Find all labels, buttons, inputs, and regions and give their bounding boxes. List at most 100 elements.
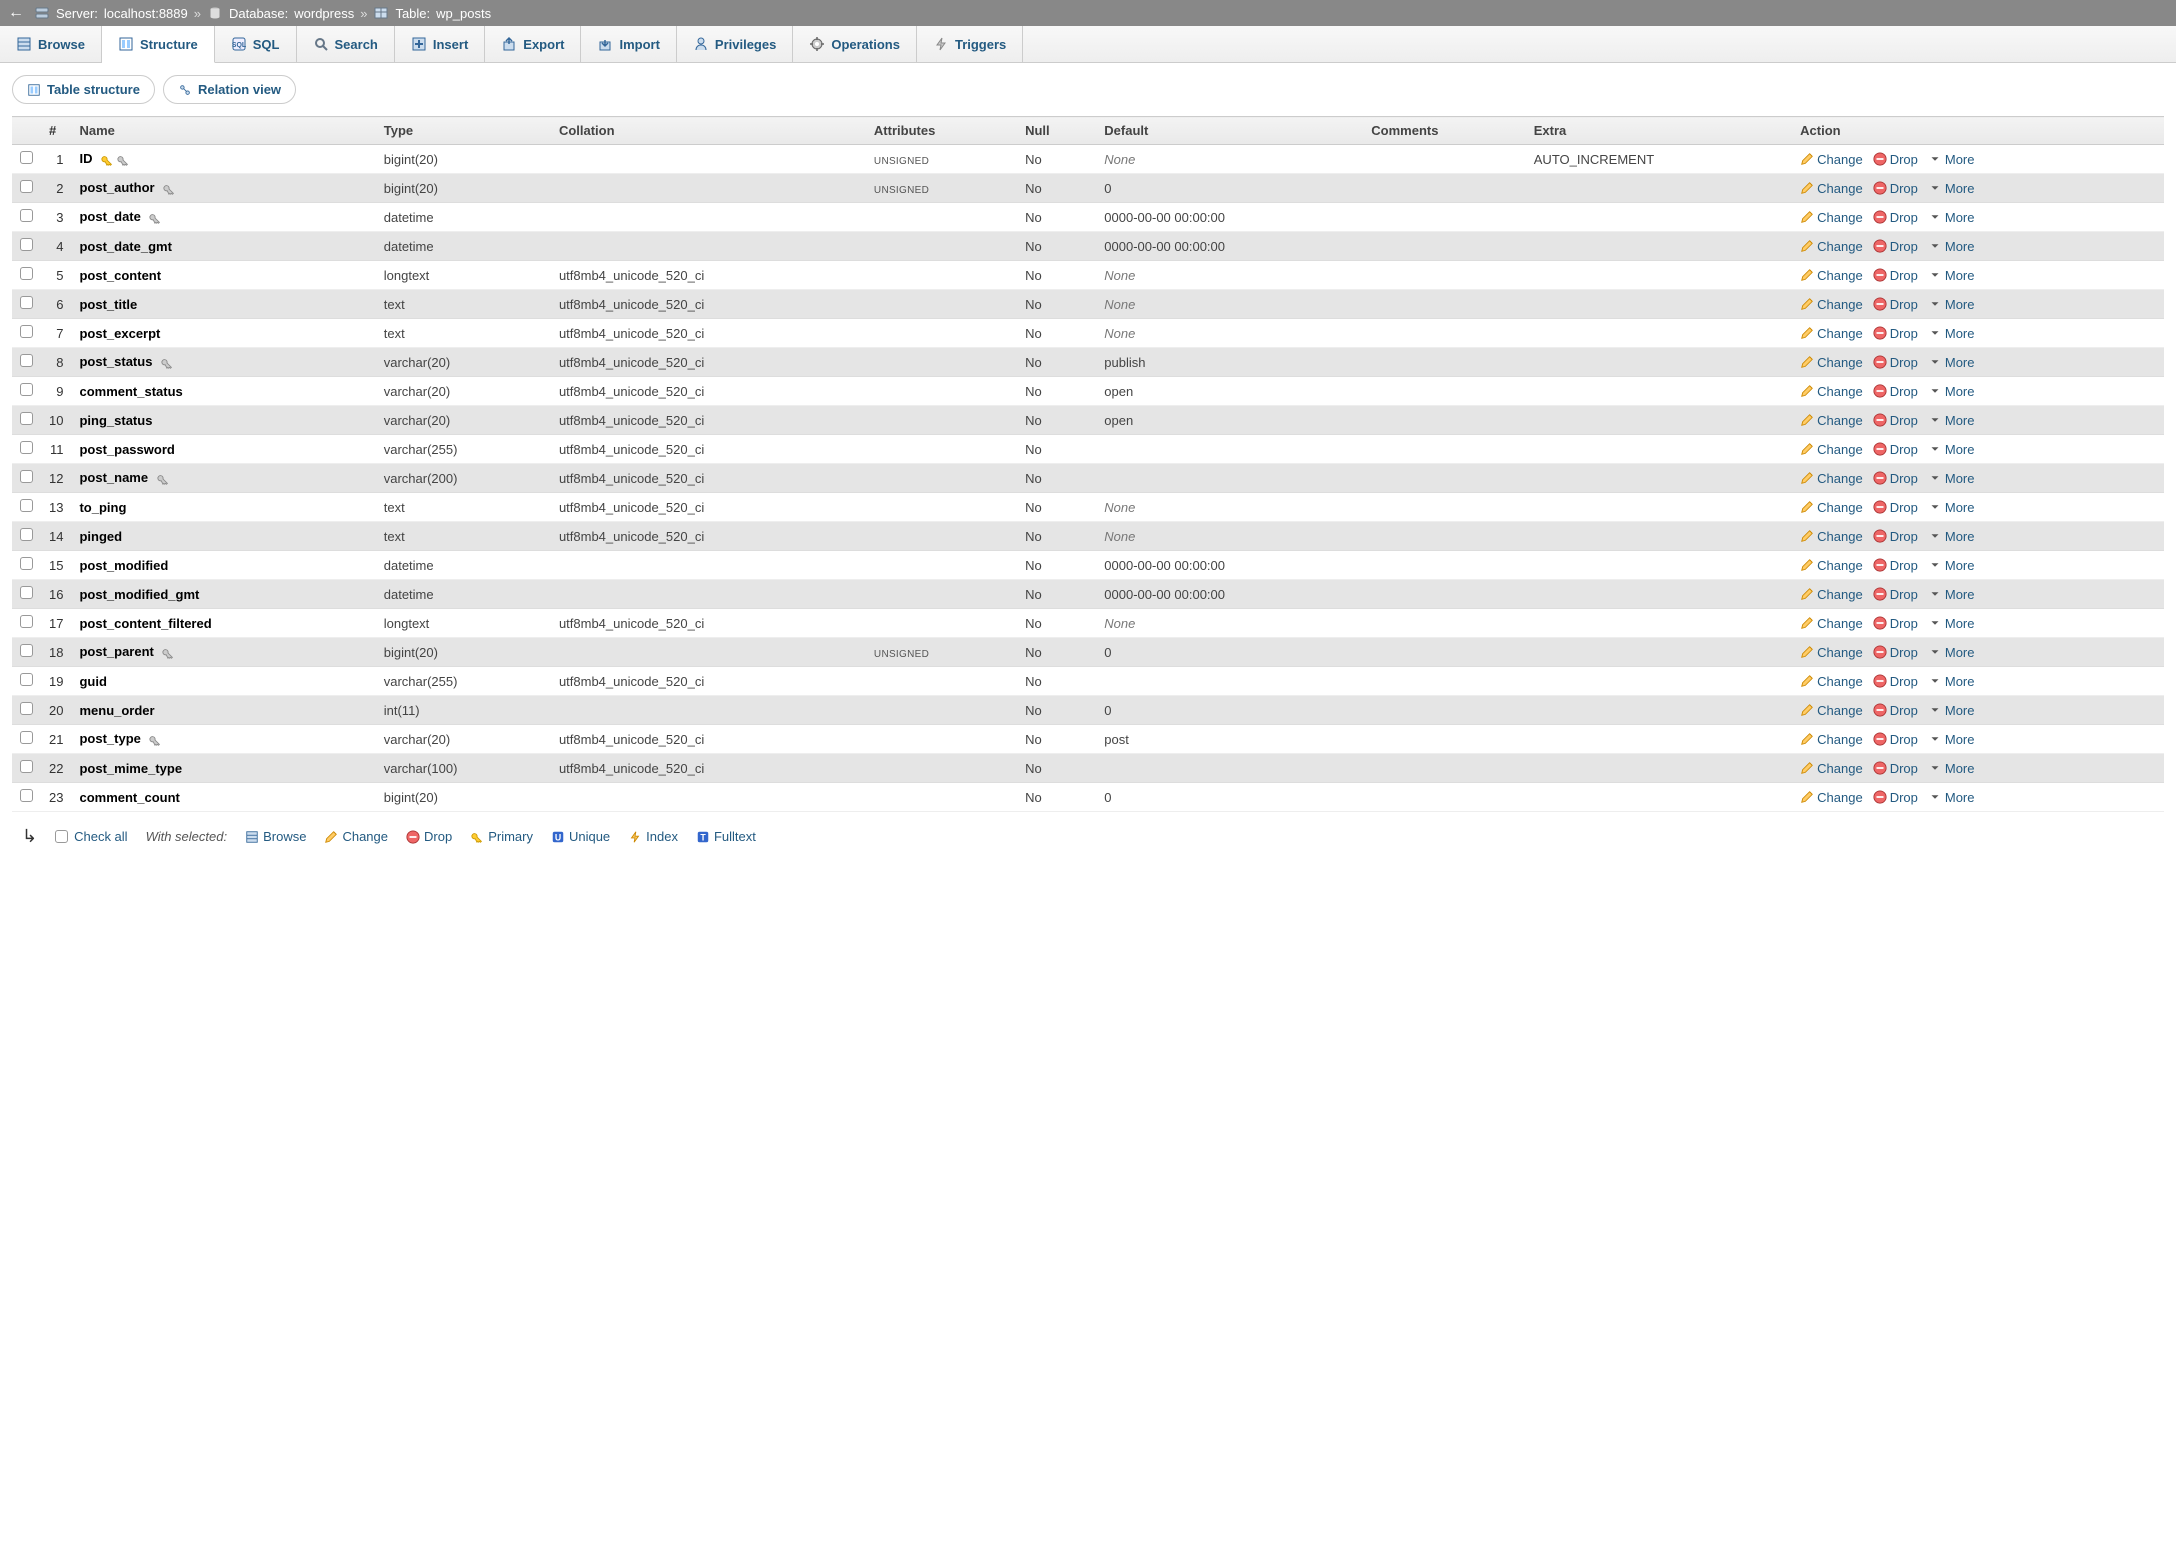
row-checkbox[interactable] [20,586,33,599]
drop-button[interactable]: Drop [1873,703,1918,718]
more-button[interactable]: More [1928,413,1975,428]
row-checkbox[interactable] [20,325,33,338]
tab-browse[interactable]: Browse [0,26,102,62]
row-checkbox[interactable] [20,354,33,367]
drop-button[interactable]: Drop [1873,500,1918,515]
change-button[interactable]: Change [1800,529,1863,544]
drop-button[interactable]: Drop [1873,413,1918,428]
more-button[interactable]: More [1928,703,1975,718]
change-button[interactable]: Change [1800,181,1863,196]
drop-button[interactable]: Drop [1873,297,1918,312]
drop-button[interactable]: Drop [1873,587,1918,602]
more-button[interactable]: More [1928,181,1975,196]
row-checkbox[interactable] [20,615,33,628]
check-all[interactable]: Check all [55,829,127,844]
selected-action-change[interactable]: Change [324,829,388,844]
change-button[interactable]: Change [1800,587,1863,602]
change-button[interactable]: Change [1800,471,1863,486]
more-button[interactable]: More [1928,529,1975,544]
change-button[interactable]: Change [1800,761,1863,776]
row-checkbox[interactable] [20,151,33,164]
tab-export[interactable]: Export [485,26,581,62]
row-checkbox[interactable] [20,296,33,309]
more-button[interactable]: More [1928,674,1975,689]
drop-button[interactable]: Drop [1873,761,1918,776]
row-checkbox[interactable] [20,499,33,512]
subtab-table structure[interactable]: Table structure [12,75,155,104]
drop-button[interactable]: Drop [1873,529,1918,544]
more-button[interactable]: More [1928,239,1975,254]
change-button[interactable]: Change [1800,500,1863,515]
selected-action-primary[interactable]: Primary [470,829,533,844]
selected-action-index[interactable]: Index [628,829,678,844]
header-default[interactable]: Default [1096,117,1363,145]
change-button[interactable]: Change [1800,703,1863,718]
more-button[interactable]: More [1928,790,1975,805]
drop-button[interactable]: Drop [1873,732,1918,747]
more-button[interactable]: More [1928,326,1975,341]
drop-button[interactable]: Drop [1873,384,1918,399]
drop-button[interactable]: Drop [1873,239,1918,254]
tab-privileges[interactable]: Privileges [677,26,793,62]
drop-button[interactable]: Drop [1873,442,1918,457]
change-button[interactable]: Change [1800,355,1863,370]
row-checkbox[interactable] [20,441,33,454]
more-button[interactable]: More [1928,297,1975,312]
drop-button[interactable]: Drop [1873,152,1918,167]
drop-button[interactable]: Drop [1873,181,1918,196]
row-checkbox[interactable] [20,644,33,657]
more-button[interactable]: More [1928,500,1975,515]
header-extra[interactable]: Extra [1526,117,1792,145]
row-checkbox[interactable] [20,557,33,570]
change-button[interactable]: Change [1800,239,1863,254]
selected-action-fulltext[interactable]: Fulltext [696,829,756,844]
drop-button[interactable]: Drop [1873,645,1918,660]
more-button[interactable]: More [1928,268,1975,283]
check-all-checkbox[interactable] [55,830,68,843]
change-button[interactable]: Change [1800,616,1863,631]
change-button[interactable]: Change [1800,790,1863,805]
header-attributes[interactable]: Attributes [866,117,1017,145]
change-button[interactable]: Change [1800,558,1863,573]
row-checkbox[interactable] [20,702,33,715]
change-button[interactable]: Change [1800,297,1863,312]
change-button[interactable]: Change [1800,152,1863,167]
change-button[interactable]: Change [1800,326,1863,341]
table-link[interactable]: wp_posts [436,6,491,21]
row-checkbox[interactable] [20,789,33,802]
header-num[interactable]: # [41,117,71,145]
change-button[interactable]: Change [1800,674,1863,689]
drop-button[interactable]: Drop [1873,558,1918,573]
more-button[interactable]: More [1928,355,1975,370]
drop-button[interactable]: Drop [1873,616,1918,631]
drop-button[interactable]: Drop [1873,355,1918,370]
more-button[interactable]: More [1928,471,1975,486]
database-link[interactable]: wordpress [294,6,354,21]
more-button[interactable]: More [1928,616,1975,631]
header-null[interactable]: Null [1017,117,1096,145]
change-button[interactable]: Change [1800,210,1863,225]
more-button[interactable]: More [1928,442,1975,457]
drop-button[interactable]: Drop [1873,790,1918,805]
change-button[interactable]: Change [1800,384,1863,399]
row-checkbox[interactable] [20,238,33,251]
row-checkbox[interactable] [20,180,33,193]
header-name[interactable]: Name [71,117,375,145]
back-button[interactable]: ← [8,4,28,22]
change-button[interactable]: Change [1800,442,1863,457]
tab-import[interactable]: Import [581,26,676,62]
drop-button[interactable]: Drop [1873,326,1918,341]
row-checkbox[interactable] [20,731,33,744]
selected-action-browse[interactable]: Browse [245,829,306,844]
more-button[interactable]: More [1928,152,1975,167]
drop-button[interactable]: Drop [1873,268,1918,283]
selected-action-unique[interactable]: Unique [551,829,610,844]
more-button[interactable]: More [1928,210,1975,225]
header-comments[interactable]: Comments [1363,117,1525,145]
tab-structure[interactable]: Structure [102,26,215,63]
row-checkbox[interactable] [20,760,33,773]
tab-search[interactable]: Search [297,26,395,62]
change-button[interactable]: Change [1800,645,1863,660]
subtab-relation view[interactable]: Relation view [163,75,296,104]
more-button[interactable]: More [1928,558,1975,573]
